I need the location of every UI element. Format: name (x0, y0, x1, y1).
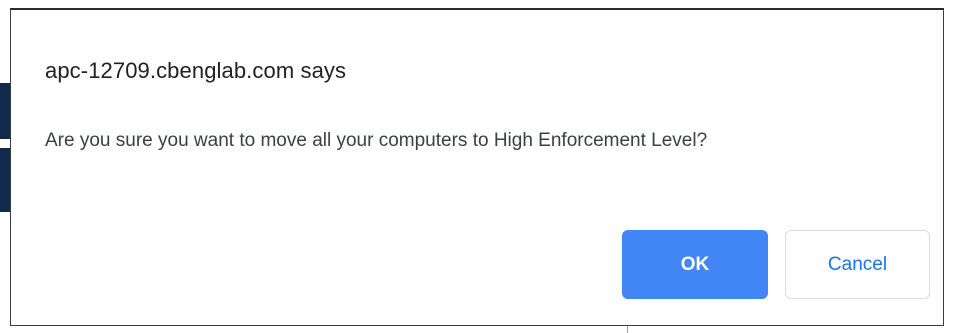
dialog-title: apc-12709.cbenglab.com says (45, 58, 347, 83)
screen: apc-12709.cbenglab.com says Are you sure… (0, 0, 955, 333)
confirm-dialog: apc-12709.cbenglab.com says Are you sure… (10, 8, 944, 326)
dialog-message: Are you sure you want to move all your c… (45, 130, 708, 151)
ok-button[interactable]: OK (622, 230, 768, 299)
cancel-button[interactable]: Cancel (785, 230, 930, 299)
